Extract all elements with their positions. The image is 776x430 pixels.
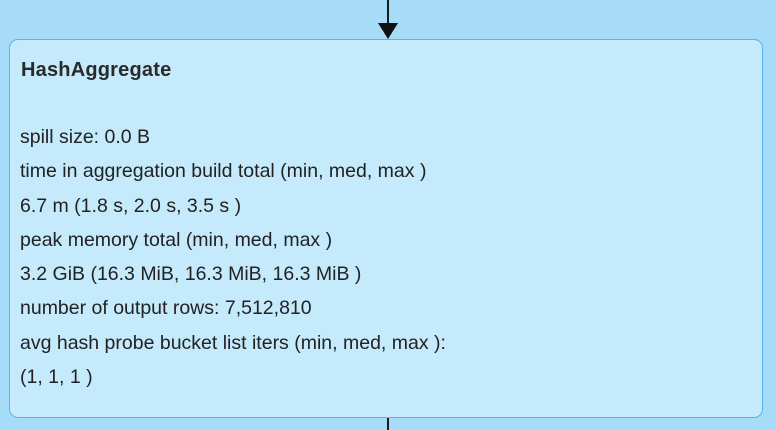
metric-hash-probe-iters-label: avg hash probe bucket list iters (min, m… (20, 331, 446, 354)
node-metrics-list: spill size: 0.0 B time in aggregation bu… (20, 120, 446, 394)
metric-hash-probe-iters-value: (1, 1, 1 ) (20, 366, 93, 389)
node-title: HashAggregate (21, 59, 172, 81)
outgoing-edge-line (387, 418, 389, 430)
metric-output-rows: number of output rows: 7,512,810 (20, 297, 312, 320)
metric-aggregation-build-time-value: 6.7 m (1.8 s, 2.0 s, 3.5 s ) (20, 194, 242, 217)
metric-spill-size: spill size: 0.0 B (20, 126, 151, 148)
metric-peak-memory-label: peak memory total (min, med, max ) (20, 228, 333, 251)
metric-peak-memory-value: 3.2 GiB (16.3 MiB, 16.3 MiB, 16.3 MiB ) (20, 263, 362, 286)
metric-aggregation-build-time-label: time in aggregation build total (min, me… (20, 160, 427, 183)
arrow-down-icon (378, 23, 398, 39)
hash-aggregate-node[interactable]: HashAggregate spill size: 0.0 B time in … (9, 39, 763, 418)
